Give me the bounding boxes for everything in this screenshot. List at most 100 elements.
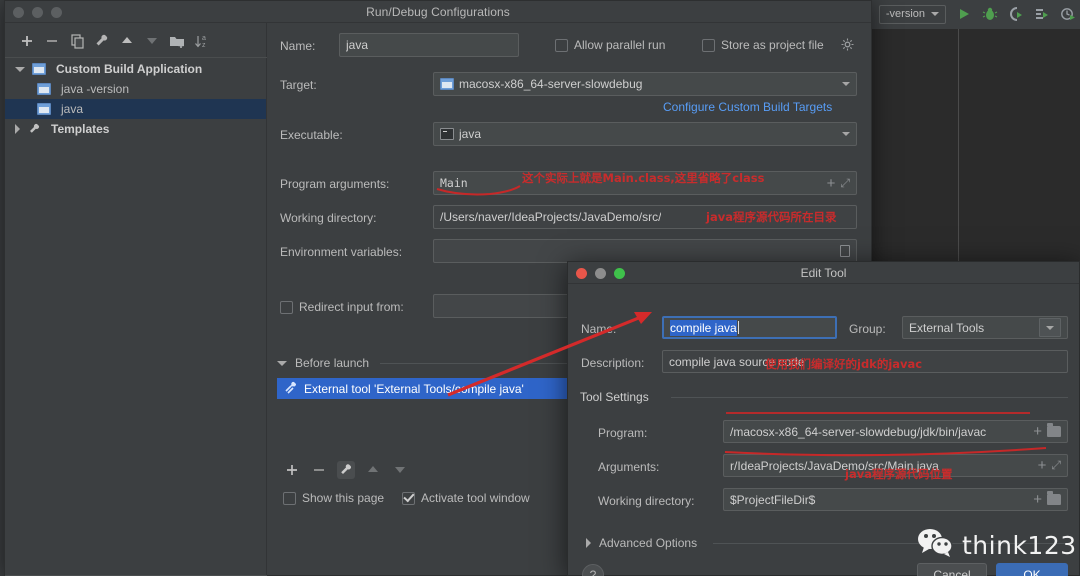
- move-up-icon[interactable]: [364, 461, 382, 479]
- redirect-input-label: Redirect input from:: [299, 300, 404, 314]
- svg-text:z: z: [202, 42, 206, 49]
- configure-custom-build-targets-link[interactable]: Configure Custom Build Targets: [663, 100, 832, 114]
- run-with-coverage-icon[interactable]: [1008, 6, 1024, 22]
- new-folder-icon[interactable]: [167, 31, 187, 51]
- target-dropdown[interactable]: macosx-x86_64-server-slowdebug: [433, 72, 857, 96]
- store-as-project-file-checkbox[interactable]: Store as project file: [702, 38, 824, 52]
- svg-text:a: a: [202, 35, 206, 42]
- edit-tool-body: Name: compile java Group: External Tools…: [568, 284, 1079, 576]
- watermark: think123: [916, 527, 1077, 564]
- edit-tool-name-input[interactable]: compile java: [662, 316, 837, 339]
- environment-variables-label: Environment variables:: [280, 245, 403, 259]
- remove-icon[interactable]: [42, 31, 62, 51]
- chevron-down-icon[interactable]: [1039, 318, 1061, 337]
- window-icon: [32, 63, 46, 75]
- before-launch-section-header[interactable]: Before launch: [277, 356, 369, 370]
- add-icon[interactable]: [17, 31, 37, 51]
- run-configuration-label: -version: [885, 8, 925, 20]
- run-debug-titlebar: Run/Debug Configurations: [5, 1, 871, 23]
- show-this-page-checkbox[interactable]: Show this page: [283, 491, 384, 505]
- debug-icon[interactable]: [982, 6, 998, 22]
- run-icon[interactable]: [956, 6, 972, 22]
- name-input[interactable]: java: [339, 33, 519, 57]
- tree-item-label: java: [61, 102, 84, 116]
- program-arguments-value: Main: [440, 176, 468, 190]
- tree-item-java[interactable]: java: [5, 99, 266, 119]
- tree-item-label: Custom Build Application: [56, 62, 203, 76]
- chevron-down-icon: [842, 132, 850, 136]
- configurations-toolbar: a z: [5, 23, 266, 57]
- checkbox-box: [402, 491, 415, 505]
- edit-tool-working-directory-label: Working directory:: [598, 494, 695, 508]
- edit-templates-icon[interactable]: [92, 31, 112, 51]
- chevron-right-icon[interactable]: [15, 124, 20, 134]
- executable-dropdown[interactable]: java: [433, 122, 857, 146]
- annotation-program-arguments: 这个实际上就是Main.class,这里省略了class: [522, 171, 765, 185]
- help-button[interactable]: ?: [582, 564, 604, 576]
- show-this-page-label: Show this page: [302, 491, 385, 505]
- move-down-icon[interactable]: [391, 461, 409, 479]
- profile-icon[interactable]: [1034, 6, 1050, 22]
- copy-icon[interactable]: [67, 31, 87, 51]
- maximize-window-button[interactable]: [614, 268, 625, 279]
- edit-tool-traffic-lights: [576, 268, 625, 279]
- tool-settings-divider: [671, 397, 1068, 398]
- external-tool-icon: [285, 381, 298, 397]
- insert-macro-icon[interactable]: +: [1029, 423, 1042, 440]
- gear-icon[interactable]: [841, 38, 854, 56]
- move-up-icon[interactable]: [117, 31, 137, 51]
- edit-tool-program-input[interactable]: /macosx-x86_64-server-slowdebug/jdk/bin/…: [723, 420, 1068, 443]
- minimize-window-button[interactable]: [595, 268, 606, 279]
- remove-icon[interactable]: [310, 461, 328, 479]
- working-directory-label: Working directory:: [280, 211, 377, 225]
- advanced-options-section[interactable]: Advanced Options: [586, 536, 697, 550]
- close-window-button[interactable]: [13, 7, 24, 18]
- allow-parallel-run-checkbox[interactable]: Allow parallel run: [555, 38, 665, 52]
- cancel-button[interactable]: Cancel: [917, 563, 987, 576]
- sort-icon[interactable]: a z: [192, 31, 212, 51]
- tree-item-templates[interactable]: Templates: [5, 119, 266, 139]
- minimize-window-button[interactable]: [32, 7, 43, 18]
- edit-tool-dialog: Edit Tool Name: compile java Group: Exte…: [567, 261, 1080, 576]
- edit-variables-icon[interactable]: [840, 245, 850, 257]
- redirect-input-checkbox[interactable]: Redirect input from:: [280, 300, 404, 314]
- edit-tool-group-dropdown[interactable]: External Tools: [902, 316, 1068, 339]
- store-as-project-file-label: Store as project file: [721, 38, 824, 52]
- run-configuration-selector[interactable]: -version: [878, 4, 946, 24]
- edit-tool-description-label: Description:: [581, 356, 645, 370]
- target-value: macosx-x86_64-server-slowdebug: [459, 77, 643, 91]
- checkbox-box: [702, 38, 715, 52]
- browse-folder-icon[interactable]: [1047, 423, 1061, 437]
- tree-item-label: java -version: [61, 82, 130, 96]
- before-launch-label: Before launch: [295, 356, 370, 370]
- window-traffic-lights: [13, 7, 62, 18]
- expand-editor-icon[interactable]: ⤢: [1051, 458, 1061, 473]
- edit-icon[interactable]: [337, 461, 355, 479]
- rerun-icon[interactable]: [1060, 6, 1076, 22]
- ok-button[interactable]: OK: [996, 563, 1068, 576]
- environment-variables-input[interactable]: [433, 239, 857, 263]
- tree-item-java-version[interactable]: java -version: [5, 79, 266, 99]
- insert-macro-icon[interactable]: +: [1034, 457, 1047, 474]
- insert-macro-icon[interactable]: +: [1029, 491, 1042, 508]
- working-directory-value: /Users/naver/IdeaProjects/JavaDemo/src/: [440, 210, 662, 224]
- chevron-down-icon[interactable]: [277, 360, 287, 366]
- insert-macro-icon[interactable]: +: [823, 175, 836, 192]
- close-window-button[interactable]: [576, 268, 587, 279]
- before-launch-toolbar: [283, 461, 409, 479]
- edit-tool-arguments-label: Arguments:: [598, 460, 660, 474]
- move-down-icon[interactable]: [142, 31, 162, 51]
- add-icon[interactable]: [283, 461, 301, 479]
- maximize-window-button[interactable]: [51, 7, 62, 18]
- browse-folder-icon[interactable]: [1047, 491, 1061, 505]
- tree-item-label: Templates: [51, 122, 110, 136]
- chevron-right-icon[interactable]: [586, 538, 591, 548]
- tree-item-custom-build-application[interactable]: Custom Build Application: [5, 59, 266, 79]
- annotation-working-directory: java程序源代码所在目录: [706, 210, 837, 224]
- edit-tool-working-directory-input[interactable]: $ProjectFileDir$ +: [723, 488, 1068, 511]
- activate-tool-window-checkbox[interactable]: Activate tool window: [402, 491, 530, 505]
- chevron-down-icon[interactable]: [15, 66, 25, 72]
- expand-editor-icon[interactable]: ⤢: [840, 176, 850, 191]
- target-label: Target:: [280, 78, 317, 92]
- edit-tool-titlebar: Edit Tool: [568, 262, 1079, 284]
